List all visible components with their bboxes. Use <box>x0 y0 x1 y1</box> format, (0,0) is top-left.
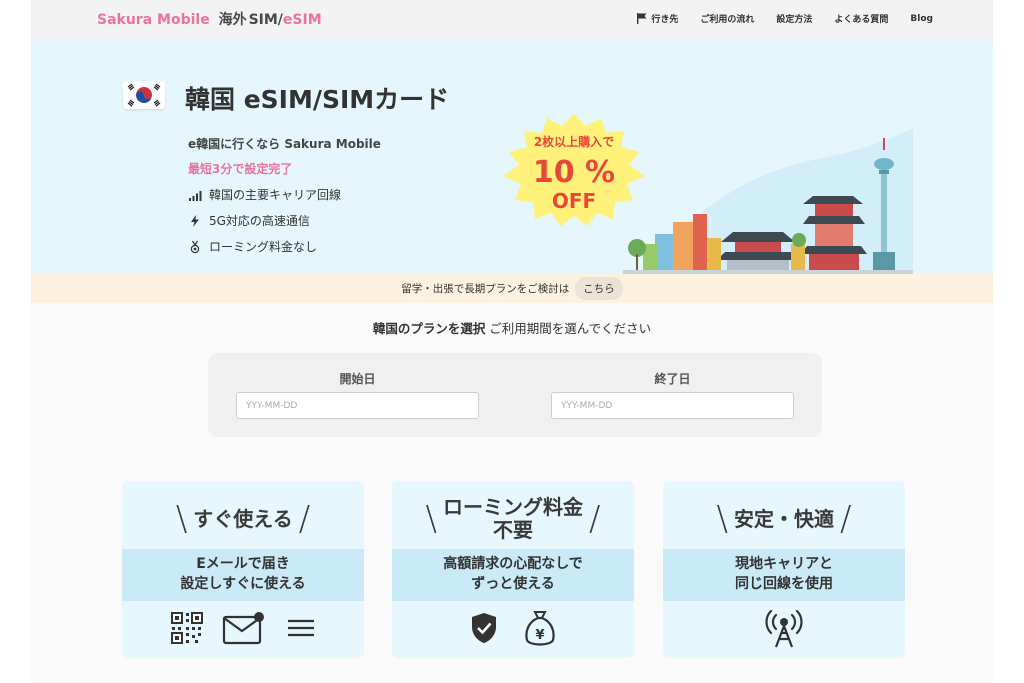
hero-subtitle: 最短3分で設定完了 <box>188 162 293 176</box>
feature-card-no-roaming: \ ローミング料金 不要 / 高額請求の心配なしで ずっと使える ¥ <box>392 481 634 658</box>
logo-suffix-esim: eSIM <box>282 12 322 28</box>
nav-item-setup[interactable]: 設定方法 <box>776 12 812 25</box>
shield-check-icon <box>472 613 496 643</box>
nav-label: よくある質問 <box>834 15 889 25</box>
plan-heading-rest: ご利用期間を選んでください <box>485 321 652 336</box>
end-date-input[interactable] <box>551 392 794 419</box>
plan-heading: 韓国のプランを選択 ご利用期間を選んでください <box>31 318 993 337</box>
card-title-text: ローミング料金 不要 <box>443 495 583 542</box>
nav-item-flow[interactable]: ご利用の流れ <box>700 12 754 25</box>
money-bag-icon: ¥ <box>525 611 555 646</box>
antenna-tower-icon <box>765 609 803 648</box>
hero-title: 韓国 eSIM/SIMカード <box>185 85 450 114</box>
long-plan-text: 留学・出張で長期プランをご検討は <box>401 283 570 295</box>
badge-line1: 2枚以上購入で <box>534 134 614 149</box>
feature-text: ローミング料金なし <box>209 240 318 254</box>
feature-text: 韓国の主要キャリア回線 <box>209 188 342 202</box>
hero-section: 韓国 eSIM/SIMカード e韓国に行くなら Sakura Mobile 最短… <box>31 40 993 274</box>
medal-icon <box>190 240 200 253</box>
nav-label: 設定方法 <box>776 15 813 25</box>
slash-right-icon: / <box>298 499 311 539</box>
site-header: Sakura Mobile 海外 SIM/eSIM 行き先 ご利用の流れ 設定方法… <box>31 0 993 40</box>
slash-right-icon: / <box>840 499 852 539</box>
main-nav: 行き先 ご利用の流れ 設定方法 よくある質問 Blog <box>637 12 933 25</box>
long-plan-notice: 留学・出張で長期プランをご検討は こちら <box>31 274 993 303</box>
logo-suffix-sim: SIM/ <box>248 12 283 28</box>
plan-heading-bold: 韓国のプランを選択 <box>372 321 486 336</box>
nav-item-blog[interactable]: Blog <box>910 12 933 25</box>
card-description: Eメールで届き 設定しすぐに使える <box>122 549 364 601</box>
lightning-icon <box>191 214 199 227</box>
korea-flag-icon <box>123 81 165 109</box>
card-title-text: すぐ使える <box>193 506 293 531</box>
logo-text: Sakura Mobile <box>97 12 210 28</box>
card-title: \ すぐ使える / <box>122 489 364 549</box>
slash-left-icon: \ <box>425 499 437 539</box>
card-icons <box>663 605 905 651</box>
flag-icon <box>637 13 647 24</box>
badge-line3: OFF <box>552 189 596 213</box>
feature-card-stable: \ 安定・快適 / 現地キャリアと 同じ回線を使用 <box>663 481 905 658</box>
nav-label: Blog <box>910 13 933 24</box>
long-plan-link[interactable]: こちら <box>575 277 623 300</box>
end-date-label: 終了日 <box>654 372 691 386</box>
site-logo[interactable]: Sakura Mobile 海外 SIM/eSIM <box>97 9 322 29</box>
hero-tagline: e韓国に行くなら Sakura Mobile <box>188 137 381 151</box>
card-icons: ¥ <box>392 605 634 651</box>
date-picker-card: 開始日 終了日 <box>208 353 822 437</box>
start-date-input[interactable] <box>236 392 479 419</box>
badge-line2: 10 % <box>533 155 615 190</box>
nav-item-faq[interactable]: よくある質問 <box>834 12 888 25</box>
card-description: 高額請求の心配なしで ずっと使える <box>392 549 634 601</box>
nav-item-destination[interactable]: 行き先 <box>637 12 678 25</box>
card-title: \ ローミング料金 不要 / <box>392 489 634 549</box>
card-description: 現地キャリアと 同じ回線を使用 <box>663 549 905 601</box>
email-icon <box>222 612 264 645</box>
feature-roaming: ローミング料金なし <box>188 238 317 255</box>
nav-label: 行き先 <box>651 15 679 25</box>
page: Sakura Mobile 海外 SIM/eSIM 行き先 ご利用の流れ 設定方法… <box>31 0 993 683</box>
feature-5g: 5G対応の高速通信 <box>188 212 310 229</box>
signal-bars-icon <box>189 190 202 201</box>
slash-left-icon: \ <box>716 499 728 539</box>
feature-card-instant: \ すぐ使える / Eメールで届き 設定しすぐに使える <box>122 481 364 658</box>
list-lines-icon <box>288 619 314 637</box>
slash-left-icon: \ <box>175 499 188 539</box>
slash-right-icon: / <box>589 499 601 539</box>
logo-suffix-jp: 海外 <box>218 12 247 28</box>
start-date-label: 開始日 <box>339 372 376 386</box>
card-title-text: 安定・快適 <box>734 506 834 531</box>
nav-label: ご利用の流れ <box>700 15 755 25</box>
feature-carrier: 韓国の主要キャリア回線 <box>188 186 341 203</box>
qr-code-icon <box>171 612 203 644</box>
seoul-skyline-illustration <box>623 128 913 274</box>
svg-text:¥: ¥ <box>535 628 544 643</box>
feature-text: 5G対応の高速通信 <box>209 214 310 228</box>
card-icons <box>122 605 364 651</box>
card-title: \ 安定・快適 / <box>663 489 905 549</box>
